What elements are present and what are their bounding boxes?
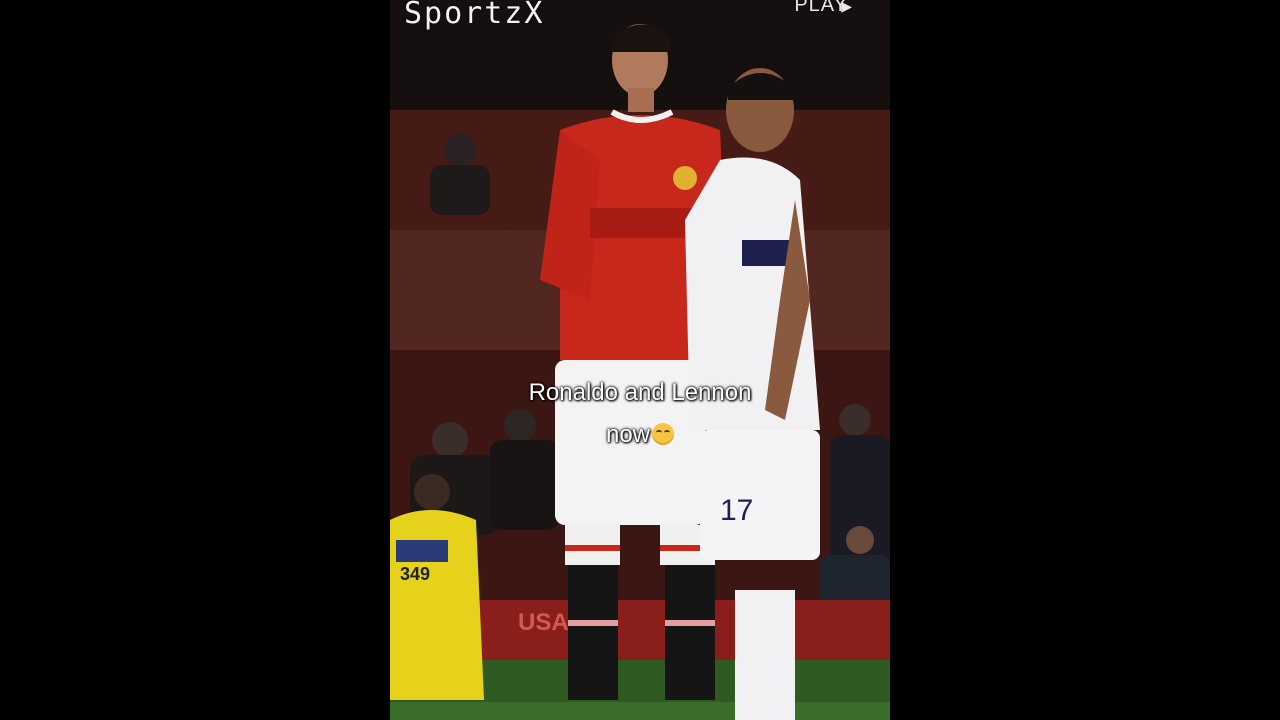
caption-line-2-wrap: now xyxy=(390,414,890,456)
video-caption: Ronaldo and Lennon now xyxy=(390,372,890,456)
pitch-line xyxy=(390,702,890,720)
spectator xyxy=(846,526,874,554)
caption-line-2: now xyxy=(605,421,651,448)
ad-board-text: USA xyxy=(518,609,569,636)
spectator xyxy=(430,165,490,215)
video-scene: USA 349 17 xyxy=(390,0,890,720)
watermark: SportzX xyxy=(404,0,545,31)
spectator xyxy=(444,134,476,166)
video-frame[interactable]: USA 349 17 SportzX PLAY ▶ Ronaldo and Le… xyxy=(390,0,890,720)
pleading-face-emoji-icon xyxy=(652,423,675,445)
caption-line-1: Ronaldo and Lennon xyxy=(528,379,752,406)
steward-vest-number: 349 xyxy=(400,564,430,584)
player-number: 17 xyxy=(720,494,753,527)
play-button-label[interactable]: PLAY xyxy=(794,0,848,17)
play-triangle-icon[interactable]: ▶ xyxy=(841,0,852,15)
